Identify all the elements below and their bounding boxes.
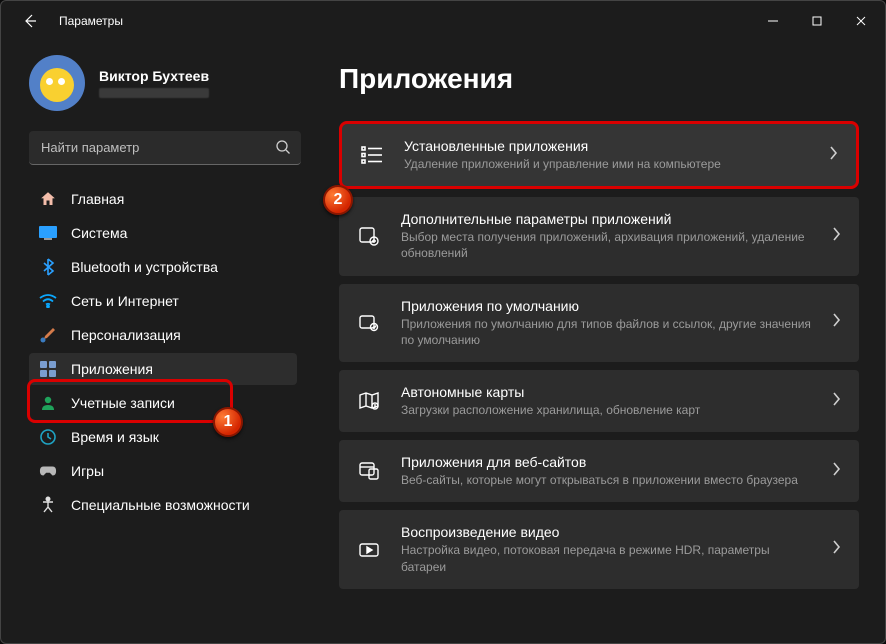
app-advanced-icon bbox=[357, 224, 381, 248]
map-icon bbox=[357, 389, 381, 413]
card-subtitle: Удаление приложений и управление ими на … bbox=[404, 156, 808, 172]
card-offline-maps[interactable]: Автономные карты Загрузки расположение х… bbox=[339, 370, 859, 432]
website-apps-icon bbox=[357, 459, 381, 483]
window-title: Параметры bbox=[59, 14, 123, 28]
chevron-right-icon bbox=[831, 391, 841, 412]
apps-icon bbox=[39, 360, 57, 378]
window-close-button[interactable] bbox=[839, 3, 883, 39]
chevron-right-icon bbox=[831, 461, 841, 482]
sidebar-item-gaming[interactable]: Игры bbox=[29, 455, 297, 487]
chevron-right-icon bbox=[831, 226, 841, 247]
card-title: Установленные приложения bbox=[404, 138, 808, 154]
search-input[interactable] bbox=[29, 131, 301, 165]
card-title: Дополнительные параметры приложений bbox=[401, 211, 811, 227]
system-icon bbox=[39, 224, 57, 242]
sidebar-item-label: Игры bbox=[71, 463, 104, 479]
back-button[interactable] bbox=[19, 10, 41, 32]
card-subtitle: Приложения по умолчанию для типов файлов… bbox=[401, 316, 811, 348]
sidebar-item-network[interactable]: Сеть и Интернет bbox=[29, 285, 297, 317]
card-subtitle: Выбор места получения приложений, архива… bbox=[401, 229, 811, 261]
accessibility-icon bbox=[39, 496, 57, 514]
sidebar: Виктор Бухтеев Главная Система bbox=[1, 41, 311, 643]
card-title: Приложения по умолчанию bbox=[401, 298, 811, 314]
chevron-right-icon bbox=[831, 312, 841, 333]
card-advanced-app[interactable]: Дополнительные параметры приложений Выбо… bbox=[339, 197, 859, 275]
nav: Главная Система Bluetooth и устройства С… bbox=[29, 183, 301, 521]
sidebar-item-personalization[interactable]: Персонализация bbox=[29, 319, 297, 351]
sidebar-item-label: Персонализация bbox=[71, 327, 181, 343]
card-default-apps[interactable]: Приложения по умолчанию Приложения по ум… bbox=[339, 284, 859, 362]
sidebar-item-label: Главная bbox=[71, 191, 124, 207]
profile-block[interactable]: Виктор Бухтеев bbox=[29, 55, 301, 111]
sidebar-item-apps[interactable]: Приложения bbox=[29, 353, 297, 385]
avatar bbox=[29, 55, 85, 111]
sidebar-item-bluetooth[interactable]: Bluetooth и устройства bbox=[29, 251, 297, 283]
window-minimize-button[interactable] bbox=[751, 3, 795, 39]
search-icon bbox=[275, 139, 291, 160]
default-apps-icon bbox=[357, 311, 381, 335]
bluetooth-icon bbox=[39, 258, 57, 276]
main-content: Приложения Установленные приложения Удал… bbox=[311, 41, 885, 643]
card-subtitle: Настройка видео, потоковая передача в ре… bbox=[401, 542, 811, 574]
sidebar-item-home[interactable]: Главная bbox=[29, 183, 297, 215]
window-maximize-button[interactable] bbox=[795, 3, 839, 39]
card-apps-for-websites[interactable]: Приложения для веб-сайтов Веб-сайты, кот… bbox=[339, 440, 859, 502]
sidebar-item-label: Bluetooth и устройства bbox=[71, 259, 218, 275]
card-subtitle: Веб-сайты, которые могут открываться в п… bbox=[401, 472, 811, 488]
profile-name: Виктор Бухтеев bbox=[99, 68, 209, 84]
card-title: Приложения для веб-сайтов bbox=[401, 454, 811, 470]
card-title: Автономные карты bbox=[401, 384, 811, 400]
sidebar-item-label: Специальные возможности bbox=[71, 497, 250, 513]
step-badge-1: 1 bbox=[213, 407, 243, 437]
home-icon bbox=[39, 190, 57, 208]
card-subtitle: Загрузки расположение хранилища, обновле… bbox=[401, 402, 811, 418]
sidebar-item-accounts[interactable]: Учетные записи bbox=[29, 387, 297, 419]
card-video-playback[interactable]: Воспроизведение видео Настройка видео, п… bbox=[339, 510, 859, 588]
card-installed-apps[interactable]: Установленные приложения Удаление прилож… bbox=[339, 121, 859, 189]
sidebar-item-system[interactable]: Система bbox=[29, 217, 297, 249]
profile-email-redacted bbox=[99, 88, 209, 98]
sidebar-item-label: Система bbox=[71, 225, 127, 241]
page-title: Приложения bbox=[339, 63, 859, 95]
search-box[interactable] bbox=[29, 131, 301, 165]
sidebar-item-label: Время и язык bbox=[71, 429, 159, 445]
chevron-right-icon bbox=[831, 539, 841, 560]
wifi-icon bbox=[39, 292, 57, 310]
brush-icon bbox=[39, 326, 57, 344]
step-badge-2: 2 bbox=[323, 185, 353, 215]
clock-icon bbox=[39, 428, 57, 446]
video-icon bbox=[357, 538, 381, 562]
sidebar-item-label: Приложения bbox=[71, 361, 153, 377]
gamepad-icon bbox=[39, 462, 57, 480]
sidebar-item-time[interactable]: Время и язык bbox=[29, 421, 297, 453]
sidebar-item-label: Сеть и Интернет bbox=[71, 293, 179, 309]
card-title: Воспроизведение видео bbox=[401, 524, 811, 540]
cards: Установленные приложения Удаление прилож… bbox=[339, 121, 859, 589]
chevron-right-icon bbox=[828, 145, 838, 166]
sidebar-item-accessibility[interactable]: Специальные возможности bbox=[29, 489, 297, 521]
person-icon bbox=[39, 394, 57, 412]
titlebar: Параметры bbox=[1, 1, 885, 41]
list-icon bbox=[360, 143, 384, 167]
sidebar-item-label: Учетные записи bbox=[71, 395, 175, 411]
